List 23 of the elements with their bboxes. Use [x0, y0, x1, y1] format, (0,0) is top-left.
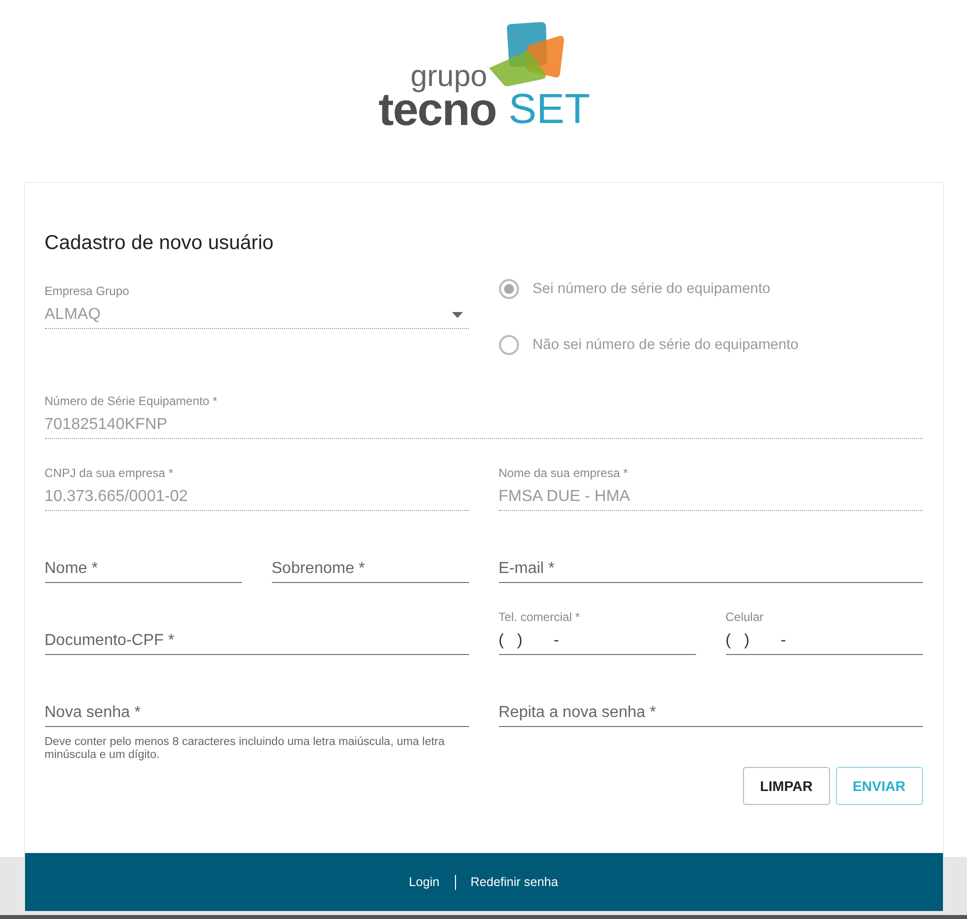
- form-title: Cadastro de novo usuário: [44, 231, 275, 255]
- input-field[interactable]: Sobrenome *: [272, 555, 468, 583]
- field-label: Empresa Grupo: [44, 284, 130, 298]
- input-field[interactable]: ( ) -: [726, 627, 922, 655]
- input-field[interactable]: Repita a nova senha *: [498, 699, 922, 727]
- radio-label: Sei número de série do equipamento: [532, 281, 770, 297]
- field-label: Nome da sua empresa *: [498, 466, 628, 480]
- footer-link[interactable]: Redefinir senha: [456, 875, 574, 890]
- field-label: Número de Série Equipamento *: [44, 394, 218, 408]
- field-label: Tel. comercial *: [498, 610, 580, 624]
- dropdown-caret-icon: [452, 312, 462, 318]
- radio-label: Não sei número de série do equipamento: [532, 337, 798, 353]
- field-label: CNPJ da sua empresa *: [44, 466, 174, 480]
- footer-link[interactable]: Login: [394, 875, 455, 890]
- input-field[interactable]: Nova senha *: [44, 699, 468, 727]
- clear-button[interactable]: LIMPAR: [742, 767, 830, 806]
- input-field[interactable]: Documento-CPF *: [44, 627, 468, 655]
- input-field[interactable]: E-mail *: [498, 555, 922, 583]
- input-field[interactable]: Nome *: [44, 555, 242, 583]
- password-hint: Deve conter pelo menos 8 caracteres incluindo uma letra maiúscula, uma letra minúscula e um dígito.: [44, 736, 446, 762]
- input-field[interactable]: ( ) -: [498, 627, 696, 655]
- logo-text: SET: [508, 88, 590, 130]
- field-label: Celular: [726, 610, 764, 624]
